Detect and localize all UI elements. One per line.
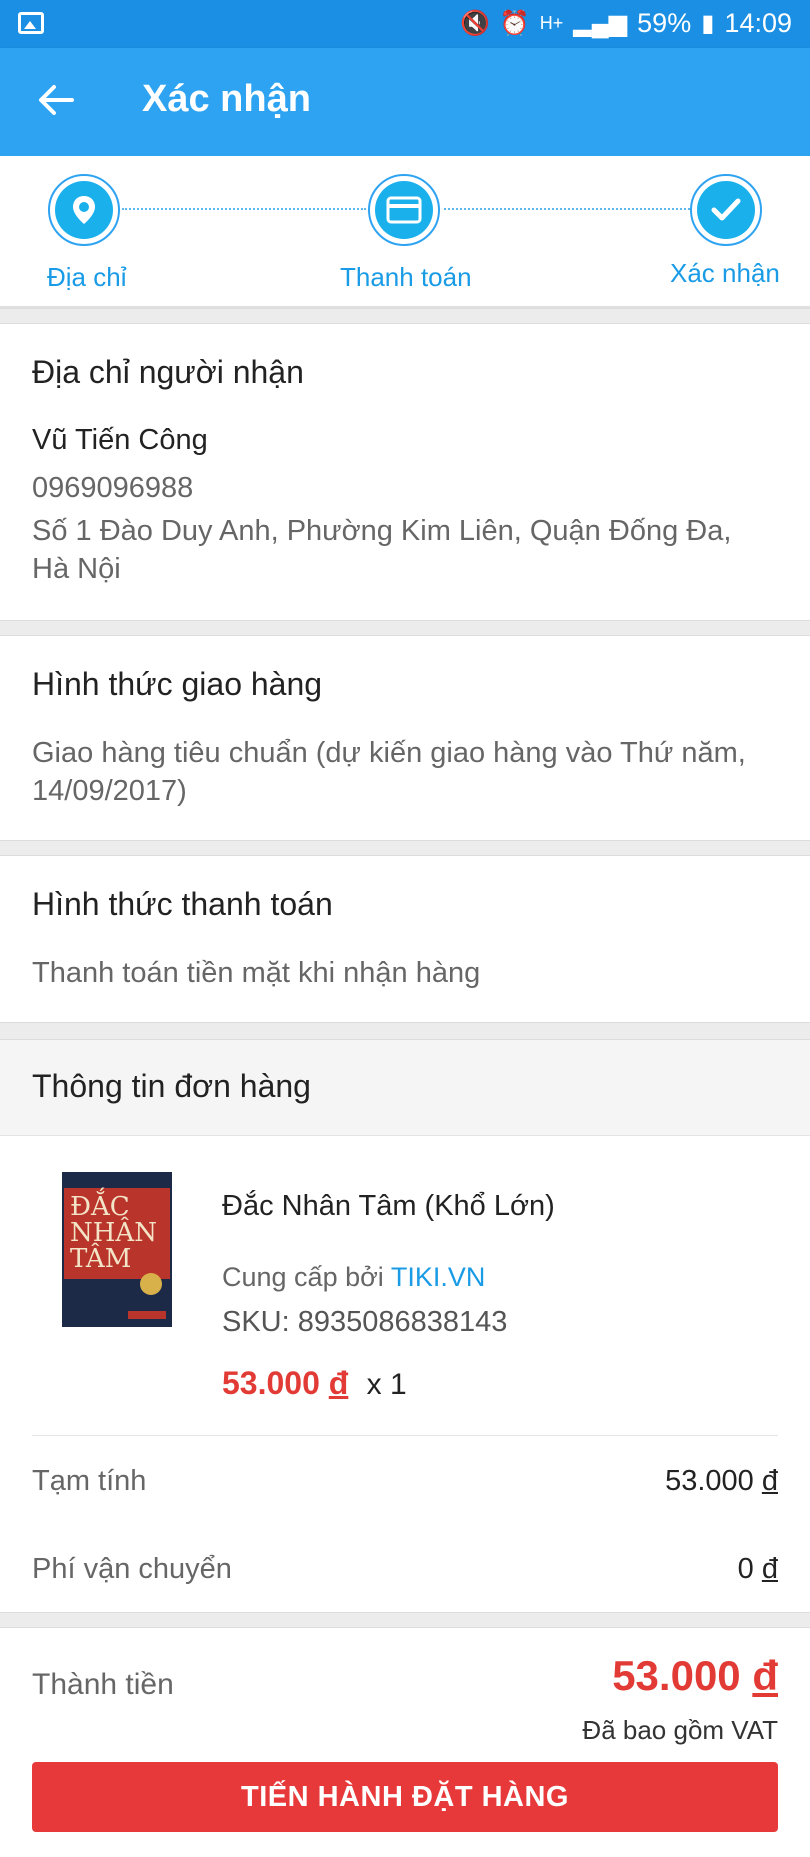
subtotal-label: Tạm tính — [32, 1465, 147, 1497]
checkout-stepper: Địa chỉ Thanh toán Xác nhận — [0, 156, 810, 308]
total-value: 53.000 đ — [612, 1652, 778, 1699]
payment-method: Thanh toán tiền mặt khi nhận hàng — [32, 957, 481, 989]
step-address[interactable] — [48, 174, 120, 246]
alarm-icon: ⏰ — [499, 10, 530, 37]
product-price: 53.000 đ — [222, 1365, 349, 1401]
product-quantity: x 1 — [366, 1368, 407, 1401]
section-divider — [0, 308, 810, 324]
step-payment[interactable] — [368, 174, 440, 246]
shipping-fee-label: Phí vận chuyển — [32, 1553, 232, 1585]
place-order-button[interactable]: TIẾN HÀNH ĐẶT HÀNG — [32, 1762, 778, 1832]
gallery-notification-icon — [18, 12, 44, 34]
mute-icon: 🔇 — [459, 10, 490, 37]
product-supplier: Cung cấp bởi TIKI.VN — [222, 1262, 485, 1293]
step-connector — [444, 208, 690, 210]
vat-note: Đã bao gồm VAT — [582, 1715, 778, 1745]
step-connector — [122, 208, 366, 210]
divider — [32, 1435, 778, 1436]
app-bar: Xác nhận — [0, 48, 810, 156]
status-bar: 🔇 ⏰ H+ ▂▄▆ 59% ▮ 14:09 — [0, 0, 810, 48]
section-divider — [0, 840, 810, 856]
section-divider — [0, 620, 810, 636]
subtotal-value: 53.000 đ — [665, 1465, 778, 1497]
back-arrow-icon[interactable] — [32, 76, 80, 124]
check-icon — [711, 198, 741, 221]
step-label-confirm[interactable]: Xác nhận — [670, 258, 780, 289]
credit-card-icon — [386, 196, 422, 224]
location-pin-icon — [73, 196, 95, 224]
clock: 14:09 — [724, 8, 792, 38]
section-divider — [0, 1612, 810, 1628]
supplier-link[interactable]: TIKI.VN — [391, 1262, 486, 1292]
section-divider — [0, 1022, 810, 1040]
payment-title: Hình thức thanh toán — [32, 886, 333, 922]
network-type: H+ — [539, 13, 564, 33]
shipping-title: Hình thức giao hàng — [32, 666, 323, 702]
recipient-address-line1: Số 1 Đào Duy Anh, Phường Kim Liên, Quận … — [32, 515, 732, 547]
page-title: Xác nhận — [142, 78, 311, 120]
book-cover-image[interactable]: ĐẮC NHÂN TÂM — [62, 1172, 172, 1327]
product-price-line: 53.000 đ x 1 — [222, 1365, 407, 1402]
shipping-line2: 14/09/2017) — [32, 775, 187, 807]
recipient-phone: 0969096988 — [32, 472, 194, 504]
step-label-payment[interactable]: Thanh toán — [340, 262, 472, 293]
recipient-name: Vũ Tiến Công — [32, 424, 208, 456]
order-title: Thông tin đơn hàng — [32, 1068, 311, 1104]
battery-percent: 59% — [637, 8, 692, 38]
shipping-line1: Giao hàng tiêu chuẩn (dự kiến giao hàng … — [32, 737, 746, 769]
step-label-address[interactable]: Địa chỉ — [47, 262, 126, 293]
recipient-title: Địa chỉ người nhận — [32, 354, 304, 390]
shipping-fee-value: 0 đ — [737, 1553, 778, 1585]
status-icons: 🔇 ⏰ H+ ▂▄▆ 59% ▮ 14:09 — [460, 8, 792, 39]
step-confirm[interactable] — [690, 174, 762, 246]
product-sku: SKU: 8935086838143 — [222, 1306, 508, 1338]
product-name[interactable]: Đắc Nhân Tâm (Khổ Lớn) — [222, 1190, 555, 1223]
book-cover-title: ĐẮC NHÂN TÂM — [70, 1192, 157, 1274]
battery-icon: ▮ — [701, 10, 715, 37]
signal-icon: ▂▄▆ — [573, 10, 628, 37]
total-label: Thành tiền — [32, 1668, 174, 1701]
recipient-address-line2: Hà Nội — [32, 553, 121, 585]
supplier-prefix: Cung cấp bởi — [222, 1262, 384, 1292]
order-info-header: Thông tin đơn hàng — [0, 1040, 810, 1136]
